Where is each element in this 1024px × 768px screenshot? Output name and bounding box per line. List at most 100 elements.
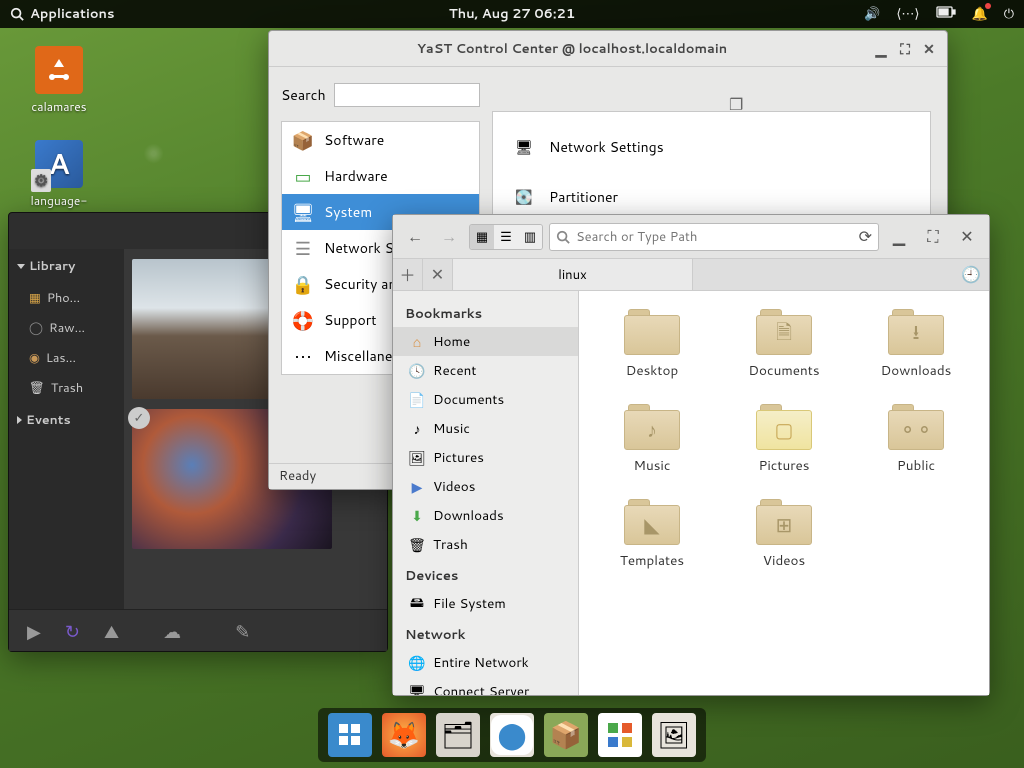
folder-documents[interactable]: 🗎Documents [723,309,845,380]
icon-view-button[interactable]: ▦ [470,225,494,249]
security-icon: 🔒 [292,273,314,295]
dock-yast[interactable] [598,713,642,757]
maximize-button[interactable]: ⛶ [919,223,947,251]
system-icon: 🖥 [292,201,314,223]
notifications-icon[interactable]: 🔔 [972,5,988,23]
network-services-icon: ☰ [292,237,314,259]
folder-pictures[interactable]: ▢Pictures [723,404,845,475]
network-icon[interactable]: ⟨⋯⟩ [896,5,919,23]
sidebar-downloads[interactable]: ⬇Downloads [393,501,578,530]
sidebar-item-raw[interactable]: ◯Raw... [9,313,124,343]
adjust-icon[interactable]: ⛰ [104,618,119,644]
search-input[interactable] [576,228,853,246]
folder-public[interactable]: ⚬⚬Public [855,404,977,475]
back-button[interactable]: ← [401,223,429,251]
support-icon: 🛟 [292,309,314,331]
search-input[interactable] [334,83,480,107]
desktop-icon-calamares[interactable]: calamares [14,46,104,115]
folder-templates[interactable]: ◣Templates [591,499,713,570]
applications-label: Applications [30,5,114,23]
software-icon: 📦 [292,129,314,151]
cloud-icon[interactable]: ☁ [163,618,181,644]
minimize-button[interactable]: ▁ [885,223,913,251]
maximize-button[interactable]: ⛶ [895,39,915,59]
library-section[interactable]: Library [9,249,124,283]
fm-sidebar: Bookmarks ⌂Home 🕓Recent 📄Documents ♪Musi… [393,291,579,695]
sidebar-home[interactable]: ⌂Home [393,327,578,356]
battery-icon[interactable] [936,5,956,23]
rotate-icon[interactable]: ↻ [65,618,80,644]
share-icon: ⚬⚬ [888,404,944,450]
search-label: Search [281,85,326,105]
sidebar-item-trash[interactable]: 🗑Trash [9,373,124,403]
folder-music[interactable]: ♪Music [591,404,713,475]
power-icon[interactable]: ⏻ [1004,5,1014,23]
documents-icon: 📄 [409,392,425,408]
sidebar-documents[interactable]: 📄Documents [393,385,578,414]
close-button[interactable]: ✕ [953,223,981,251]
path-search[interactable]: ⟳ [549,223,879,251]
desktop-icon-label: calamares [31,98,86,115]
selected-badge-icon: ✓ [128,407,150,429]
copy-icon[interactable]: ❐ [729,93,747,111]
refresh-icon[interactable]: ⟳ [859,225,872,248]
view-toggle: ▦ ☰ ▥ [469,224,543,250]
sidebar-item-last[interactable]: ◉Las... [9,343,124,373]
sidebar-pictures[interactable]: 🖼Pictures [393,443,578,472]
play-icon[interactable]: ▶ [27,618,41,644]
history-button[interactable]: 🕘 [953,259,989,290]
network-header: Network [393,618,578,648]
item-network-settings[interactable]: 🖥Network Settings [503,122,920,172]
sidebar-connect-server[interactable]: 🖥Connect Server [393,677,578,695]
monitor-icon: 🖥 [511,136,537,158]
close-button[interactable]: ✕ [919,39,939,59]
videos-icon: ▶ [409,479,425,495]
devices-header: Devices [393,559,578,589]
disk-icon: 💽 [511,186,537,208]
dock-workspaces[interactable] [328,713,372,757]
document-icon: 🗎 [756,309,812,355]
new-tab-button[interactable]: ＋ [393,259,423,290]
folder-downloads[interactable]: ⭳Downloads [855,309,977,380]
dock-settings[interactable]: ⬤ [490,713,534,757]
search-icon [10,7,24,21]
pictures-icon: ▢ [756,404,812,450]
fm-content[interactable]: Desktop 🗎Documents ⭳Downloads ♪Music ▢Pi… [579,291,989,695]
sidebar-entire-network[interactable]: 🌐Entire Network [393,648,578,677]
tab-linux[interactable]: linux [453,259,693,290]
close-tab-button[interactable]: ✕ [423,259,453,290]
clock[interactable]: Thu, Aug 27 06:21 [449,5,575,23]
yast-title: YaST Control Center @ localhost.localdom… [277,40,867,58]
applications-menu[interactable]: Applications [10,5,114,23]
dock-files[interactable]: 🗂 [436,713,480,757]
list-view-button[interactable]: ☰ [494,225,518,249]
edit-icon[interactable]: ✎ [235,618,250,644]
minimize-button[interactable]: ▁ [871,39,891,59]
hardware-icon: ▭ [292,165,314,187]
volume-icon[interactable]: 🔊 [864,5,880,23]
yast-titlebar[interactable]: YaST Control Center @ localhost.localdom… [269,31,947,67]
sidebar-recent[interactable]: 🕓Recent [393,356,578,385]
sidebar-item-photos[interactable]: ▦Pho... [9,283,124,313]
download-icon: ⭳ [888,309,944,355]
sidebar-videos[interactable]: ▶Videos [393,472,578,501]
forward-button[interactable]: → [435,223,463,251]
library-label: Library [29,257,75,275]
system-tray: 🔊 ⟨⋯⟩ 🔔 ⏻ [864,5,1014,23]
folder-videos[interactable]: ⊞Videos [723,499,845,570]
dock-installer[interactable]: 📦 [544,713,588,757]
chevron-down-icon [17,264,25,269]
drive-icon: 🖴 [409,596,425,612]
category-software[interactable]: 📦Software [282,122,479,158]
sidebar-music[interactable]: ♪Music [393,414,578,443]
events-section[interactable]: Events [9,403,124,437]
column-view-button[interactable]: ▥ [518,225,542,249]
dock-firefox[interactable]: 🦊 [382,713,426,757]
sidebar-filesystem[interactable]: 🖴File System [393,589,578,618]
downloads-icon: ⬇ [409,508,425,524]
category-hardware[interactable]: ▭Hardware [282,158,479,194]
sidebar-trash[interactable]: 🗑Trash [393,530,578,559]
dock-photos[interactable]: 🖼 [652,713,696,757]
photo-sidebar: Library ▦Pho... ◯Raw... ◉Las... 🗑Trash E… [9,249,124,609]
folder-desktop[interactable]: Desktop [591,309,713,380]
